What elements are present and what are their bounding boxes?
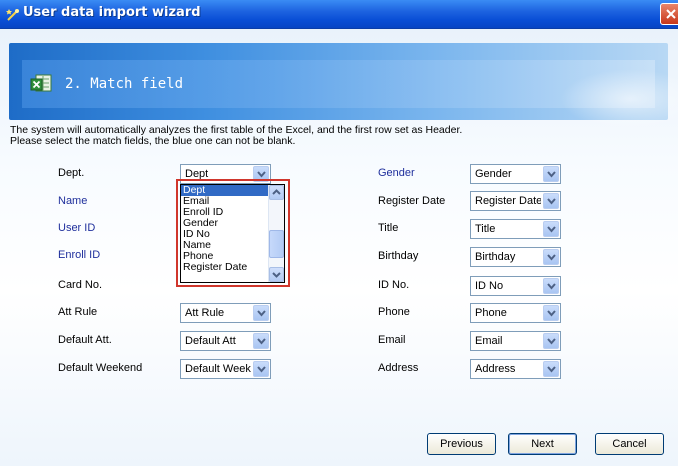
- att-rule-select[interactable]: Att Rule: [180, 303, 271, 323]
- dropdown-scrollbar[interactable]: [268, 185, 284, 282]
- email-select-arrow[interactable]: [543, 333, 559, 349]
- address-select[interactable]: Address: [470, 359, 561, 379]
- title-bar: User data import wizard: [0, 0, 678, 29]
- label-default-weekend: Default Weekend: [58, 362, 143, 374]
- instructions-line-2: Please select the match fields, the blue…: [10, 135, 296, 147]
- att-rule-select-arrow[interactable]: [253, 305, 269, 321]
- label-dept: Dept.: [58, 167, 85, 179]
- chevron-down-icon: [547, 366, 556, 373]
- chevron-down-icon: [257, 338, 266, 345]
- phone-select-arrow[interactable]: [543, 305, 559, 321]
- default-att-select[interactable]: Default Att: [180, 331, 271, 351]
- chevron-down-icon: [272, 272, 281, 278]
- chevron-up-icon: [272, 189, 281, 195]
- label-id-no: ID No.: [378, 279, 410, 291]
- phone-select-value: Phone: [475, 307, 507, 319]
- chevron-down-icon: [257, 310, 266, 317]
- gender-select-value: Gender: [475, 168, 512, 180]
- next-button[interactable]: Next: [508, 433, 577, 455]
- window-title: User data import wizard: [23, 5, 201, 20]
- id-no-select[interactable]: ID No: [470, 276, 561, 296]
- title-select-value: Title: [475, 223, 496, 235]
- chevron-down-icon: [547, 226, 556, 233]
- instructions: The system will automatically analyzes t…: [10, 125, 650, 147]
- chevron-down-icon: [257, 171, 266, 178]
- att-rule-select-value: Att Rule: [185, 307, 225, 319]
- close-button[interactable]: [660, 3, 678, 25]
- label-title: Title: [378, 222, 399, 234]
- wizard-window: 2. Match field: [0, 29, 678, 466]
- scroll-down-button[interactable]: [269, 267, 284, 282]
- label-att-rule: Att Rule: [58, 306, 98, 318]
- address-select-value: Address: [475, 363, 516, 375]
- label-card-no: Card No.: [58, 279, 103, 291]
- option-register-date[interactable]: Register Date: [181, 262, 270, 273]
- dept-dropdown-list[interactable]: Dept Email Enroll ID Gender ID No Name P…: [180, 184, 285, 283]
- chevron-down-icon: [547, 198, 556, 205]
- label-birthday: Birthday: [378, 250, 419, 262]
- phone-select[interactable]: Phone: [470, 303, 561, 323]
- label-phone: Phone: [378, 306, 410, 318]
- chevron-down-icon: [547, 171, 556, 178]
- gender-select-arrow[interactable]: [543, 166, 559, 182]
- label-address: Address: [378, 362, 419, 374]
- chevron-down-icon: [257, 366, 266, 373]
- label-user-id: User ID: [58, 222, 96, 234]
- register-date-select-value: Register Date: [475, 195, 541, 207]
- id-no-select-value: ID No: [475, 280, 504, 292]
- scroll-thumb[interactable]: [269, 230, 284, 258]
- id-no-select-arrow[interactable]: [543, 278, 559, 294]
- close-icon: [666, 9, 676, 19]
- register-date-select-arrow[interactable]: [543, 193, 559, 209]
- label-default-att: Default Att.: [58, 334, 112, 346]
- birthday-select[interactable]: Birthday: [470, 247, 561, 267]
- scroll-up-button[interactable]: [269, 185, 284, 200]
- wizard-icon: [6, 9, 19, 21]
- email-select-value: Email: [475, 335, 503, 347]
- label-gender: Gender: [378, 167, 415, 179]
- title-select-arrow[interactable]: [543, 221, 559, 237]
- default-weekend-select-arrow[interactable]: [253, 361, 269, 377]
- title-select[interactable]: Title: [470, 219, 561, 239]
- chevron-down-icon: [547, 338, 556, 345]
- label-register-date: Register Date: [378, 195, 446, 207]
- chevron-down-icon: [547, 254, 556, 261]
- address-select-arrow[interactable]: [543, 361, 559, 377]
- register-date-select[interactable]: Register Date: [470, 191, 561, 211]
- email-select[interactable]: Email: [470, 331, 561, 351]
- cancel-button[interactable]: Cancel: [595, 433, 664, 455]
- default-att-select-value: Default Att: [185, 335, 236, 347]
- default-att-select-arrow[interactable]: [253, 333, 269, 349]
- excel-icon: [30, 74, 52, 92]
- chevron-down-icon: [547, 283, 556, 290]
- gender-select[interactable]: Gender: [470, 164, 561, 184]
- label-name: Name: [58, 195, 88, 207]
- chevron-down-icon: [547, 310, 556, 317]
- step-title: 2. Match field: [65, 76, 184, 92]
- default-weekend-select-value: Default Weeker: [185, 363, 251, 375]
- birthday-select-arrow[interactable]: [543, 249, 559, 265]
- label-enroll-id: Enroll ID: [58, 249, 101, 261]
- default-weekend-select[interactable]: Default Weeker: [180, 359, 271, 379]
- label-email: Email: [378, 334, 406, 346]
- previous-button[interactable]: Previous: [427, 433, 496, 455]
- birthday-select-value: Birthday: [475, 251, 516, 263]
